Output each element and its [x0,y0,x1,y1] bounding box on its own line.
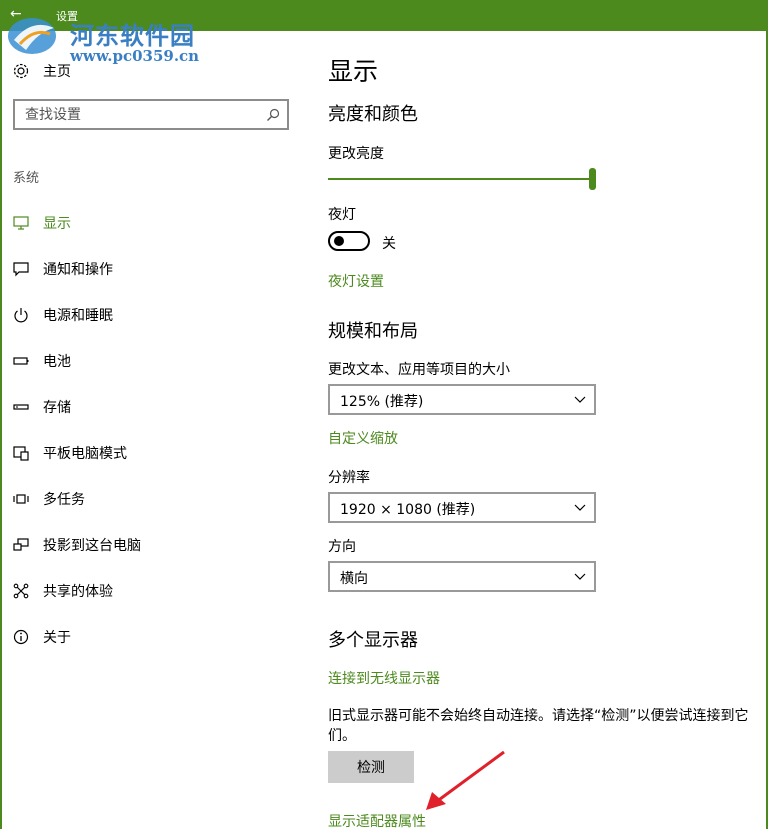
scale-dropdown[interactable]: 125% (推荐) [328,384,596,415]
sidebar-section-label: 系统 [13,171,40,186]
toggle-knob [334,236,344,246]
resolution-dropdown[interactable]: 1920 × 1080 (推荐) [328,492,596,523]
brightness-label: 更改亮度 [328,146,384,162]
sidebar-item-label: 共享的体验 [43,584,113,600]
night-light-toggle[interactable] [328,231,370,251]
brightness-slider[interactable] [328,168,596,190]
custom-scaling-link[interactable]: 自定义缩放 [328,428,398,448]
message-icon [13,262,29,277]
watermark-name: 河东软件园 [70,21,195,50]
orientation-dropdown-value: 横向 [340,571,368,587]
resolution-dropdown-value: 1920 × 1080 (推荐) [340,502,476,518]
slider-thumb[interactable] [589,168,596,190]
sidebar-item-label: 存储 [43,400,71,416]
resolution-label: 分辨率 [328,470,370,486]
share-icon [13,583,29,599]
night-light-label: 夜灯 [328,207,356,223]
sidebar-item-notifications[interactable]: 通知和操作 [0,246,300,292]
connect-wireless-display-link[interactable]: 连接到无线显示器 [328,668,440,688]
storage-icon [13,404,29,410]
sidebar-item-shared-experiences[interactable]: 共享的体验 [0,568,300,614]
sidebar-item-project[interactable]: 投影到这台电脑 [0,522,300,568]
multitask-icon [13,494,29,504]
battery-icon [13,357,29,365]
sidebar-item-about[interactable]: 关于 [0,614,300,660]
night-light-settings-link[interactable]: 夜灯设置 [328,271,384,291]
search-icon[interactable] [265,107,281,123]
orientation-dropdown[interactable]: 横向 [328,561,596,592]
sidebar-item-storage[interactable]: 存储 [0,384,300,430]
search-input[interactable] [25,106,255,124]
sidebar-item-power[interactable]: 电源和睡眠 [0,292,300,338]
sidebar-nav: 显示 通知和操作 电源和睡眠 电池 存储 平板电脑模式 多任务 投影到这台电脑 … [0,200,300,660]
sidebar-item-label: 电池 [43,354,71,370]
section-heading-brightness: 亮度和颜色 [328,104,418,125]
chevron-down-icon [574,573,586,580]
annotation-arrow-icon [426,750,505,810]
sidebar-item-label: 电源和睡眠 [43,308,113,324]
tablet-icon [13,446,29,461]
display-adapter-properties-link[interactable]: 显示适配器属性 [328,811,426,829]
watermark-logo-icon [8,18,56,54]
section-heading-scale-layout: 规模和布局 [328,321,418,342]
slider-track[interactable] [328,178,591,180]
sidebar-item-label: 多任务 [43,492,85,508]
sidebar-item-label: 投影到这台电脑 [43,538,141,554]
sidebar-item-label: 通知和操作 [43,262,113,278]
sidebar-item-battery[interactable]: 电池 [0,338,300,384]
night-light-state: 关 [382,236,396,252]
chevron-down-icon [574,396,586,403]
search-box[interactable] [13,99,289,130]
project-icon [13,538,29,551]
power-icon [14,308,28,323]
detect-button[interactable]: 检测 [328,751,414,783]
watermark-url: www.pc0359.cn [70,47,200,65]
monitor-icon [13,216,29,230]
sidebar-item-display[interactable]: 显示 [0,200,300,246]
sidebar-item-label: 显示 [43,216,71,232]
orientation-label: 方向 [328,539,356,555]
page-title: 显示 [328,57,379,86]
scale-label: 更改文本、应用等项目的大小 [328,362,510,378]
sidebar-item-multitasking[interactable]: 多任务 [0,476,300,522]
legacy-display-description: 旧式显示器可能不会始终自动连接。请选择“检测”以便尝试连接到它们。 [328,708,749,744]
chevron-down-icon [574,504,586,511]
section-heading-multiple-displays: 多个显示器 [328,630,418,651]
gear-icon [13,63,29,79]
sidebar-item-label: 平板电脑模式 [43,446,127,462]
sidebar-item-label: 主页 [43,64,71,80]
sidebar-item-home[interactable]: 主页 [12,60,71,82]
sidebar-item-tablet-mode[interactable]: 平板电脑模式 [0,430,300,476]
sidebar-item-label: 关于 [43,630,71,646]
scale-dropdown-value: 125% (推荐) [340,394,424,410]
info-icon [13,629,29,645]
